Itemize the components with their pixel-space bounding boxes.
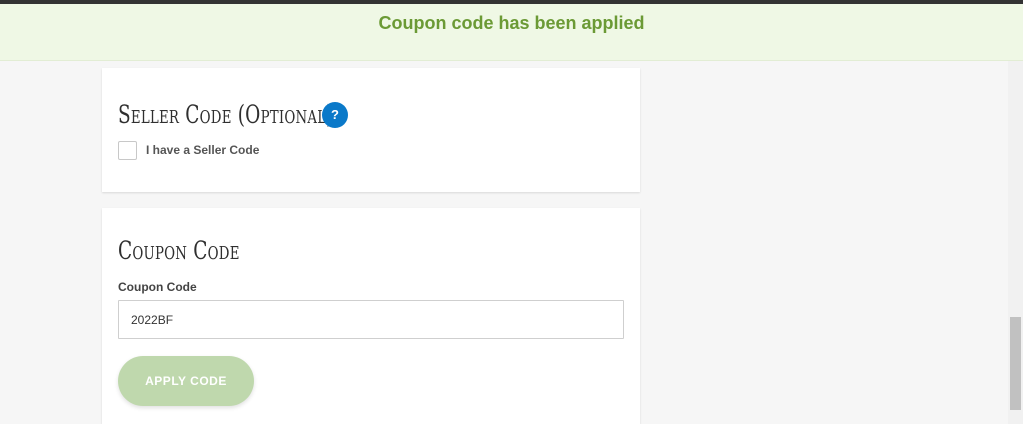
coupon-code-card: Coupon Code Coupon Code APPLY CODE <box>102 208 640 424</box>
coupon-code-input[interactable] <box>118 300 624 339</box>
seller-code-checkbox-label[interactable]: I have a Seller Code <box>146 143 259 157</box>
seller-code-checkbox[interactable] <box>118 141 137 160</box>
seller-code-heading: Seller Code (Optional) <box>118 100 334 129</box>
page-scrollbar[interactable] <box>1008 61 1023 424</box>
seller-code-help-button[interactable]: ? <box>322 102 348 128</box>
coupon-code-heading: Coupon Code <box>118 236 240 265</box>
success-notice-banner: Coupon code has been applied <box>0 4 1023 61</box>
coupon-code-field-label: Coupon Code <box>118 280 197 294</box>
success-notice-text: Coupon code has been applied <box>378 13 645 33</box>
scrollbar-thumb[interactable] <box>1010 317 1021 410</box>
question-mark-icon: ? <box>331 107 339 122</box>
apply-code-button[interactable]: APPLY CODE <box>118 356 254 406</box>
seller-code-card: Seller Code (Optional) ? I have a Seller… <box>102 68 640 192</box>
